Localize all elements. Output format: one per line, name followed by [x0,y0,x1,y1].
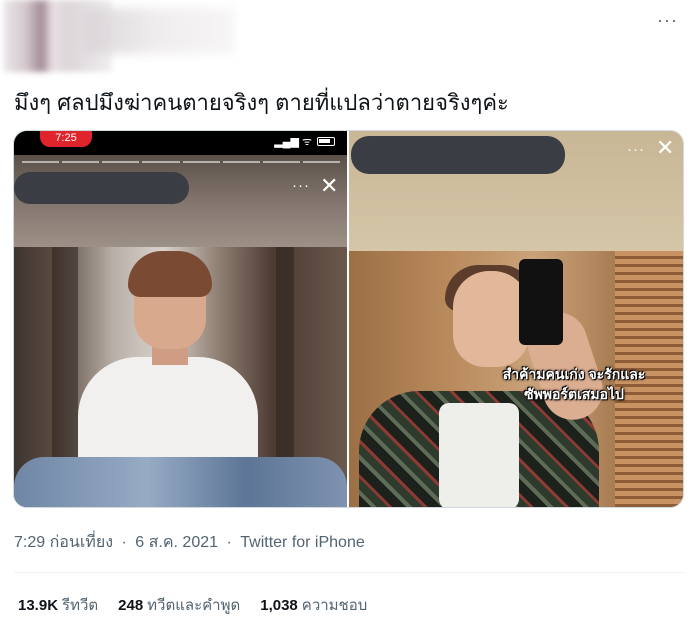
status-time: 7:25 [40,131,92,147]
caption-line: สำค้ามคนเก่ง จะรักและ [502,366,646,382]
redacted-username-bar [351,136,565,174]
stat-value: 13.9K [18,597,59,614]
divider [14,572,684,573]
media-image-left[interactable]: 7:25 ▂▄▆ ᯤ ··· ✕ [14,131,347,507]
stat-label: ความชอบ [301,597,368,614]
retweets-stat[interactable]: 13.9K รีทวีต [18,593,98,617]
story-caption: สำค้ามคนเก่ง จะรักและ ซัพพอร์ตเสมอไป [489,364,659,404]
phone-status-bar: 7:25 ▂▄▆ ᯤ [14,131,347,155]
stat-label: ทวีตและคำพูด [147,597,241,614]
tweet-header: ··· [0,0,700,80]
signal-wifi-icon: ▂▄▆ ᯤ [274,136,312,148]
stat-label: รีทวีต [62,597,99,614]
blurred-username[interactable] [84,8,234,54]
tweet-date[interactable]: 6 ส.ค. 2021 [135,534,218,551]
likes-stat[interactable]: 1,038 ความชอบ [260,593,367,617]
story-close-icon[interactable]: ✕ [656,137,674,159]
story-close-icon[interactable]: ✕ [320,175,338,197]
tweet-media[interactable]: 7:25 ▂▄▆ ᯤ ··· ✕ ··· ✕ สำค้ามคนเก่ง จะรั… [13,130,684,508]
quote-tweets-stat[interactable]: 248 ทวีตและคำพูด [118,593,240,617]
story-more-icon[interactable]: ··· [627,141,645,158]
meta-separator: · [121,534,127,551]
story-photo-left [14,247,347,507]
stat-value: 1,038 [260,597,298,614]
story-more-icon[interactable]: ··· [292,177,310,194]
story-progress-bars [22,161,340,163]
redacted-username-bar [14,172,189,204]
tweet-time[interactable]: 7:29 ก่อนเที่ยง [14,534,113,551]
stat-value: 248 [118,597,144,614]
tweet-source[interactable]: Twitter for iPhone [240,534,365,551]
tweet-meta: 7:29 ก่อนเที่ยง · 6 ส.ค. 2021 · Twitter … [14,530,365,555]
media-image-right[interactable]: ··· ✕ สำค้ามคนเก่ง จะรักและ ซัพพอร์ตเสมอ… [349,131,683,507]
status-icons: ▂▄▆ ᯤ [274,134,335,149]
caption-line: ซัพพอร์ตเสมอไป [524,386,624,402]
tweet-stats: 13.9K รีทวีต 248 ทวีตและคำพูด 1,038 ความชอบ [18,593,367,617]
more-horizontal-icon[interactable]: ··· [657,10,678,31]
meta-separator: · [226,534,232,551]
tweet-text: มึงๆ ศลปมึงฆ่าคนตายจริงๆ ตายที่แปลว่าตาย… [14,90,509,115]
battery-icon [317,137,335,146]
